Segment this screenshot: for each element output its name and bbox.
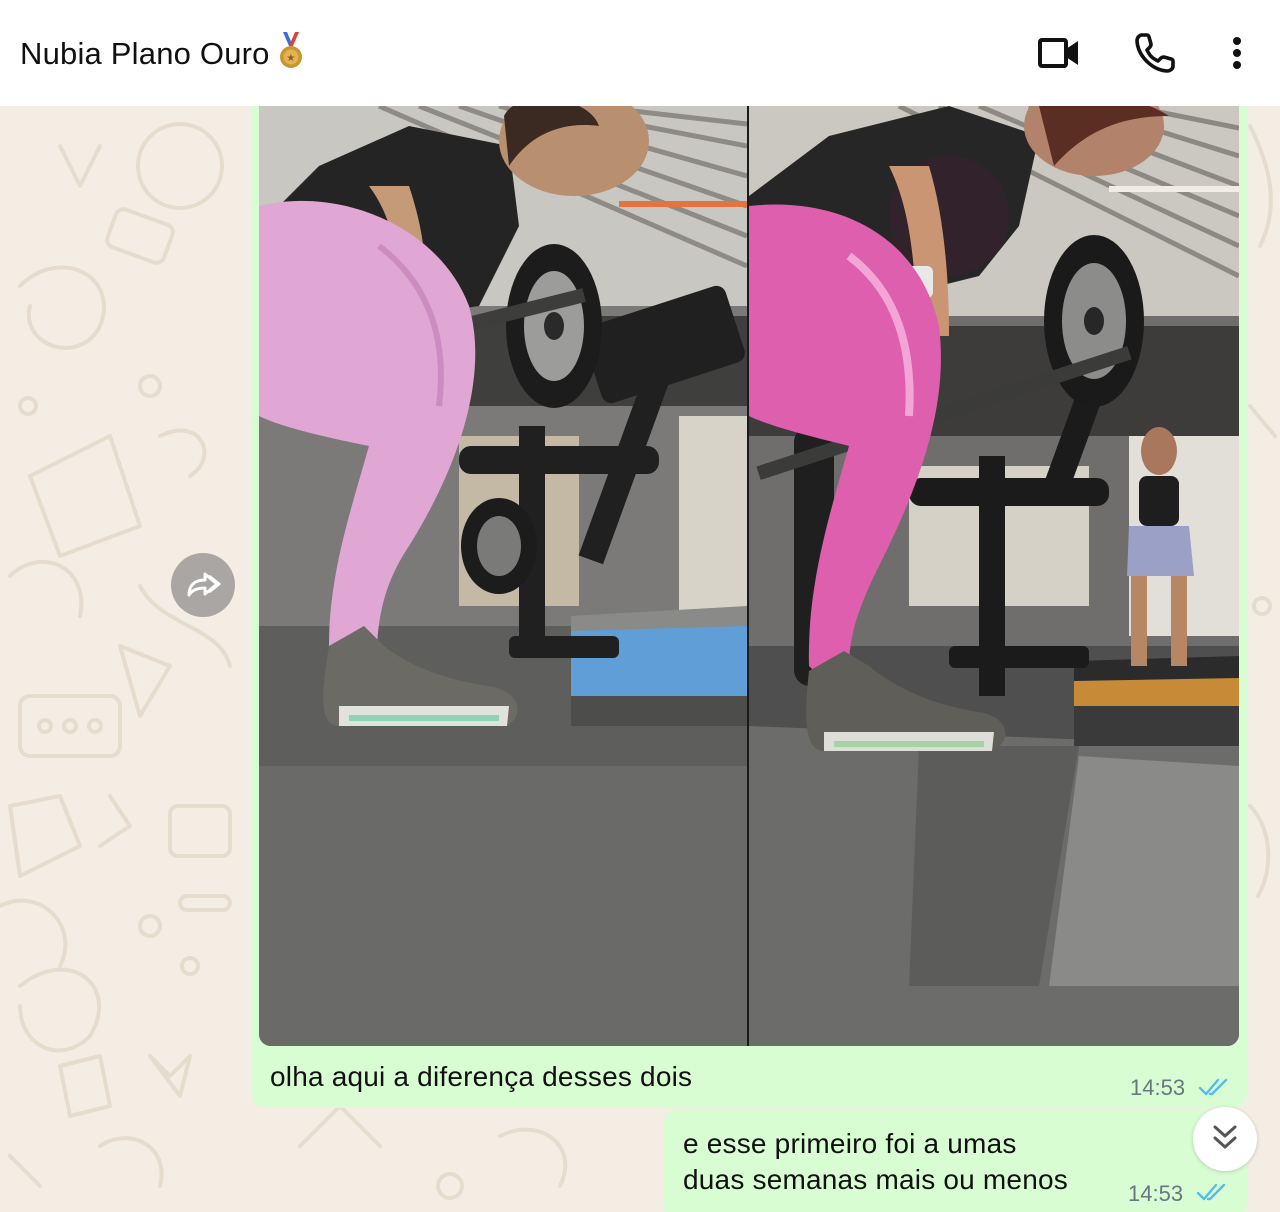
contact-name: Nubia Plano Ouro bbox=[20, 36, 270, 71]
scroll-to-bottom-button[interactable] bbox=[1193, 1107, 1257, 1171]
read-ticks-icon bbox=[1198, 1078, 1228, 1096]
forward-button[interactable] bbox=[171, 553, 235, 617]
more-vert-icon[interactable] bbox=[1212, 28, 1262, 78]
message-photo[interactable] bbox=[259, 106, 1239, 1046]
forward-icon bbox=[187, 572, 221, 597]
message-time: 14:53 bbox=[1130, 1075, 1186, 1100]
svg-text:★: ★ bbox=[286, 53, 295, 64]
contact-title[interactable]: Nubia Plano Ouro ★ bbox=[20, 32, 304, 72]
phone-call-icon[interactable] bbox=[1130, 28, 1180, 78]
message-caption: olha aqui a diferença desses dois bbox=[270, 1061, 693, 1092]
message-time: 14:53 bbox=[1128, 1181, 1184, 1206]
video-call-icon[interactable] bbox=[1034, 28, 1084, 78]
chat-header: Nubia Plano Ouro ★ bbox=[0, 0, 1280, 106]
medal-icon: ★ bbox=[278, 32, 304, 70]
double-chevron-down-icon bbox=[1213, 1125, 1237, 1149]
photo-left bbox=[259, 106, 747, 1046]
message-line-1: e esse primeiro foi a umas bbox=[683, 1128, 1017, 1159]
message-line-2: duas semanas mais ou menos bbox=[683, 1164, 1068, 1195]
chat-area[interactable]: olha aqui a diferença desses dois 14:53 … bbox=[0, 106, 1280, 1212]
read-ticks-icon bbox=[1196, 1183, 1226, 1201]
photo-right bbox=[749, 106, 1239, 1046]
